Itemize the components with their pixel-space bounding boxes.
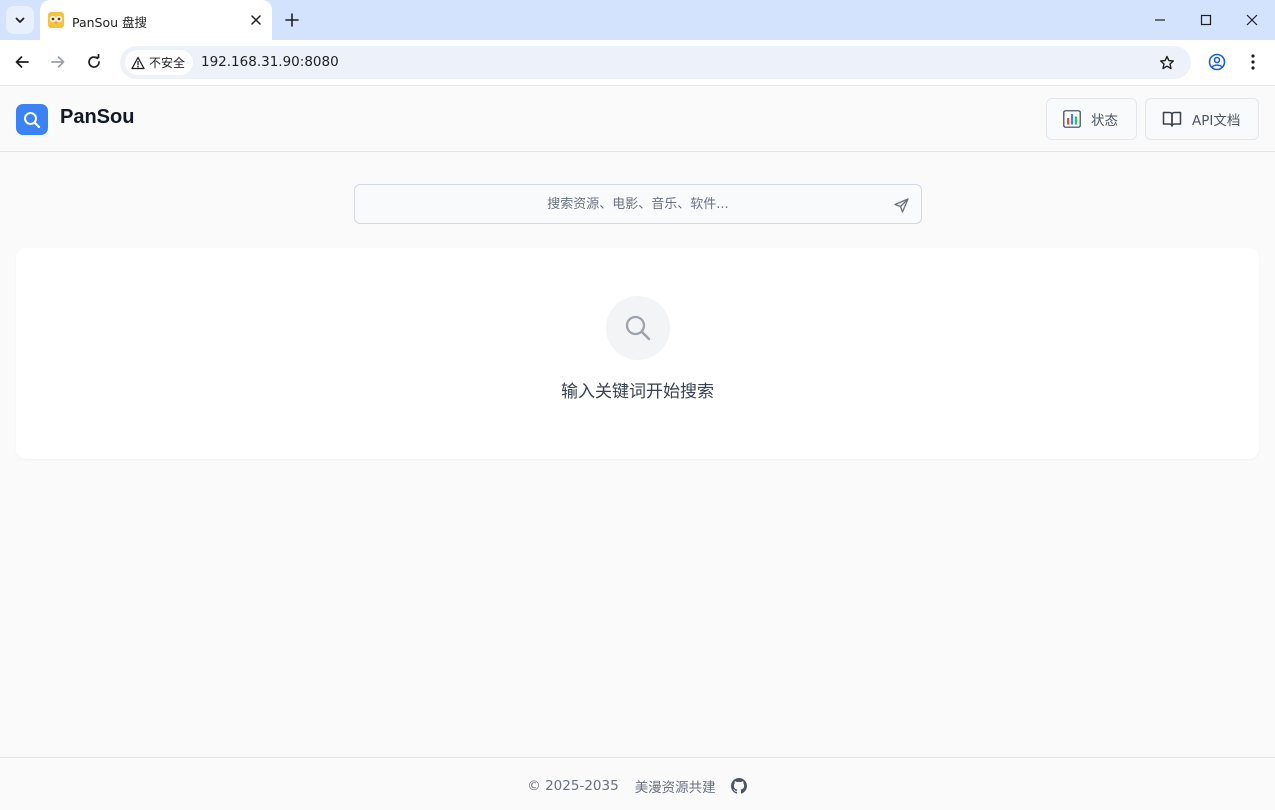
tab-search-button[interactable] xyxy=(6,6,34,34)
forward-button[interactable] xyxy=(44,48,72,76)
api-docs-button-label: API文档 xyxy=(1192,113,1241,129)
search-input[interactable] xyxy=(355,185,921,223)
bar-chart-icon xyxy=(1063,110,1081,128)
footer-link[interactable]: 美漫资源共建 xyxy=(635,776,716,796)
app-header: PanSou 状态 API文档 xyxy=(0,87,1275,152)
empty-state-card: 输入关键词开始搜索 xyxy=(16,248,1259,459)
api-docs-button[interactable]: API文档 xyxy=(1145,98,1259,140)
search-icon xyxy=(625,315,651,341)
status-button-label: 状态 xyxy=(1091,113,1118,129)
reload-button[interactable] xyxy=(80,48,108,76)
minimize-button[interactable] xyxy=(1146,6,1174,34)
app-logo[interactable] xyxy=(16,104,48,135)
browser-tab[interactable]: PanSou 盘搜 xyxy=(40,0,272,40)
profile-icon xyxy=(1208,53,1226,71)
browser-toolbar: 不安全 192.168.31.90:8080 xyxy=(0,40,1275,86)
tab-close-button[interactable] xyxy=(246,10,266,30)
arrow-left-icon xyxy=(15,56,29,68)
maximize-icon xyxy=(1200,14,1212,26)
browser-menu-button[interactable] xyxy=(1239,48,1267,76)
send-icon xyxy=(893,197,909,213)
owl-favicon-icon xyxy=(48,12,64,28)
search-submit-button[interactable] xyxy=(890,194,912,216)
github-icon xyxy=(730,778,747,794)
book-icon xyxy=(1162,111,1182,127)
chevron-down-icon xyxy=(15,17,25,23)
close-icon xyxy=(1246,14,1258,26)
empty-state-message: 输入关键词开始搜索 xyxy=(561,382,714,402)
maximize-button[interactable] xyxy=(1192,6,1220,34)
empty-state-icon-circle xyxy=(606,296,670,360)
tab-strip: PanSou 盘搜 xyxy=(0,0,1275,40)
security-label: 不安全 xyxy=(149,56,186,70)
plus-icon xyxy=(285,13,299,27)
search-box xyxy=(354,184,922,224)
arrow-right-icon xyxy=(51,56,65,68)
search-icon xyxy=(24,111,41,128)
minimize-icon xyxy=(1155,19,1165,21)
security-indicator[interactable]: 不安全 xyxy=(125,50,194,75)
bookmark-button[interactable] xyxy=(1154,50,1180,76)
new-tab-button[interactable] xyxy=(280,8,304,32)
more-vertical-icon xyxy=(1251,54,1255,70)
footer-copyright: © 2025-2035 xyxy=(527,778,619,794)
warning-icon xyxy=(131,56,145,69)
url-text[interactable]: 192.168.31.90:8080 xyxy=(201,54,339,70)
window-close-button[interactable] xyxy=(1238,6,1266,34)
tab-title: PanSou 盘搜 xyxy=(72,15,148,30)
profile-button[interactable] xyxy=(1203,48,1231,76)
status-button[interactable]: 状态 xyxy=(1046,98,1137,140)
star-icon xyxy=(1160,55,1174,70)
reload-icon xyxy=(88,54,100,68)
page-footer: © 2025-2035 美漫资源共建 xyxy=(0,757,1275,810)
back-button[interactable] xyxy=(8,48,36,76)
github-link[interactable] xyxy=(730,777,748,795)
brand-name[interactable]: PanSou xyxy=(60,106,134,129)
close-icon xyxy=(251,15,261,25)
address-bar[interactable]: 不安全 192.168.31.90:8080 xyxy=(120,46,1191,79)
